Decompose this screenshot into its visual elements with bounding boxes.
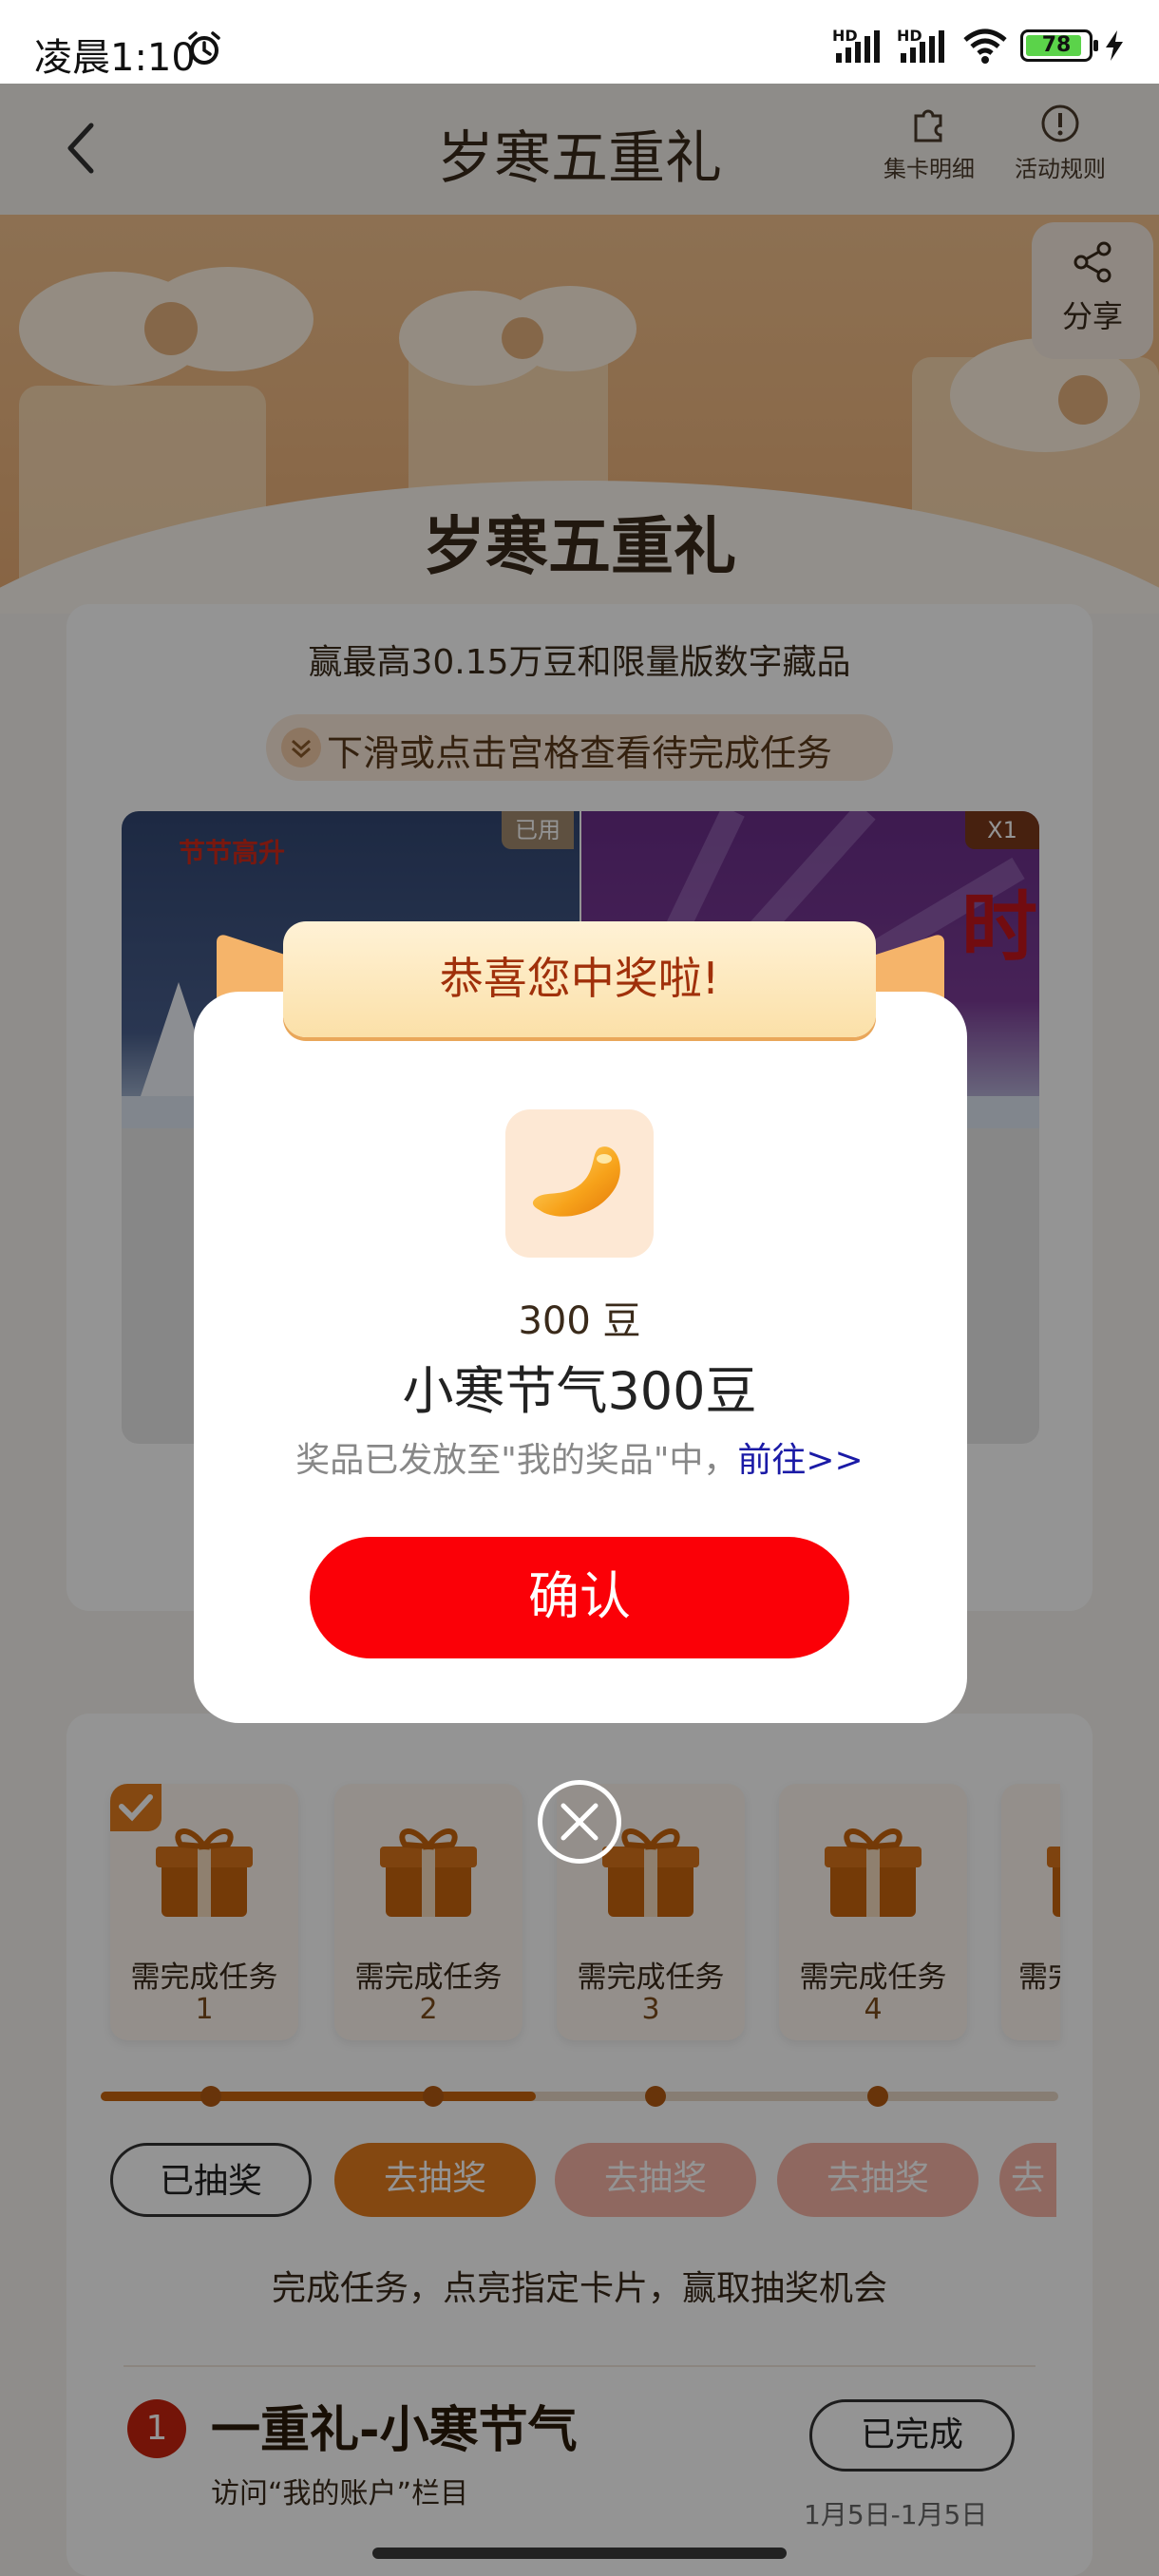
hd-signal-1: HD — [832, 27, 885, 65]
confirm-button[interactable]: 确认 — [310, 1537, 849, 1658]
signal-icon — [901, 30, 944, 63]
hd-signal-2: HD — [897, 27, 950, 65]
battery-icon: 78 — [1020, 29, 1098, 62]
status-icons: HD HD 78 — [832, 27, 1125, 65]
prize-note: 奖品已发放至"我的奖品"中，前往>> — [0, 1432, 1159, 1482]
congrats-text: 恭喜您中奖啦! — [439, 953, 720, 1004]
home-indicator[interactable] — [372, 2548, 787, 2559]
battery-level: 78 — [1041, 33, 1072, 57]
go-link[interactable]: 前往>> — [737, 1441, 863, 1480]
alarm-icon — [188, 31, 220, 65]
bean-icon — [505, 1109, 654, 1258]
charging-icon — [1106, 30, 1123, 61]
prize-quantity: 300 豆 — [518, 1299, 641, 1343]
status-time: 凌晨1:10 — [34, 36, 196, 80]
close-button[interactable] — [538, 1780, 621, 1864]
close-icon — [560, 1803, 598, 1841]
signal-icon — [836, 30, 880, 63]
prize-name: 小寒节气300豆 — [402, 1361, 757, 1421]
prize-note-text: 奖品已发放至"我的奖品"中， — [295, 1441, 738, 1480]
wifi-icon — [963, 28, 1007, 64]
status-bar: 凌晨1:10 HD HD 78 — [0, 0, 1159, 84]
